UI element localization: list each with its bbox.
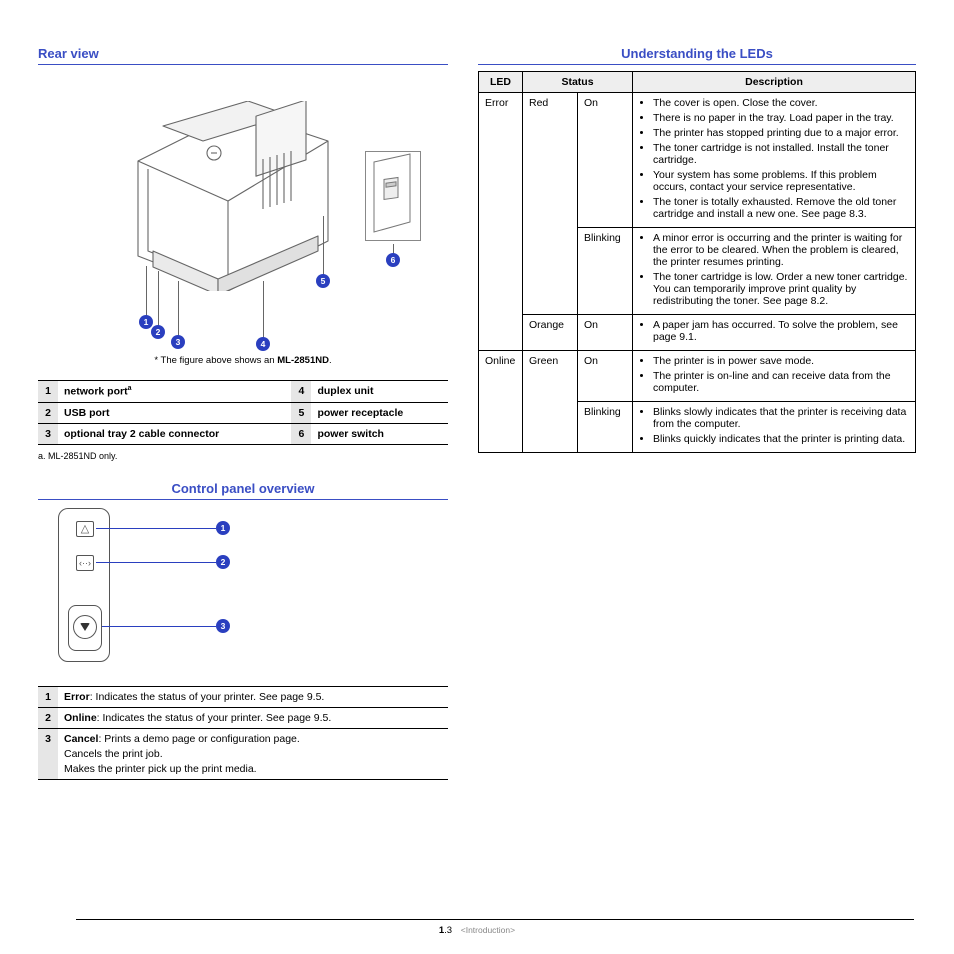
part-label: duplex unit	[311, 381, 448, 403]
led-table: LED Status Description Error Red On The …	[478, 71, 916, 453]
page-footer: 1.3 <Introduction>	[0, 925, 954, 936]
page-columns: Rear view	[38, 44, 916, 780]
led-mode: On	[578, 315, 633, 351]
cancel-button	[73, 615, 97, 639]
led-color: Green	[523, 351, 578, 453]
footer-rule	[76, 919, 914, 920]
printer-drawing	[118, 101, 348, 271]
callout-4: 4	[256, 337, 270, 351]
right-column: Understanding the LEDs LED Status Descri…	[478, 44, 916, 780]
callout-3: 3	[171, 335, 185, 349]
rear-view-caption: * The figure above shows an ML-2851ND.	[38, 355, 448, 366]
callout-5: 5	[316, 274, 330, 288]
rear-view-illustration: 1 2 3 4 5 6	[63, 71, 423, 351]
control-panel-body: △ ‹··›	[58, 508, 110, 662]
warning-icon: △	[76, 521, 94, 537]
led-mode: On	[578, 93, 633, 228]
callout-2: 2	[151, 325, 165, 339]
rear-view-inset	[365, 151, 421, 241]
led-color: Orange	[523, 315, 578, 351]
parts-footnote: a. ML-2851ND only.	[38, 451, 448, 461]
callout-1: 1	[139, 315, 153, 329]
cp-callout-3: 3	[216, 619, 230, 633]
cp-callout-1: 1	[216, 521, 230, 535]
led-desc-list: The cover is open. Close the cover. Ther…	[639, 97, 909, 220]
control-panel-table: 1 Error: Indicates the status of your pr…	[38, 686, 448, 780]
heading-rear-view: Rear view	[38, 44, 448, 65]
part-num: 4	[291, 381, 311, 403]
online-icon: ‹··›	[76, 555, 94, 571]
part-num: 1	[38, 381, 58, 403]
left-column: Rear view	[38, 44, 448, 780]
part-label: network porta	[58, 381, 291, 403]
led-name: Error	[479, 93, 523, 351]
control-panel-illustration: △ ‹··› 1 2 3	[58, 508, 358, 668]
led-name: Online	[479, 351, 523, 453]
led-mode: Blinking	[578, 402, 633, 453]
cp-callout-2: 2	[216, 555, 230, 569]
parts-table: 1 network porta 4 duplex unit 2 USB port…	[38, 380, 448, 445]
led-mode: Blinking	[578, 228, 633, 315]
callout-6: 6	[386, 253, 400, 267]
heading-control-panel: Control panel overview	[38, 479, 448, 500]
heading-leds: Understanding the LEDs	[478, 44, 916, 65]
led-mode: On	[578, 351, 633, 402]
led-color: Red	[523, 93, 578, 315]
